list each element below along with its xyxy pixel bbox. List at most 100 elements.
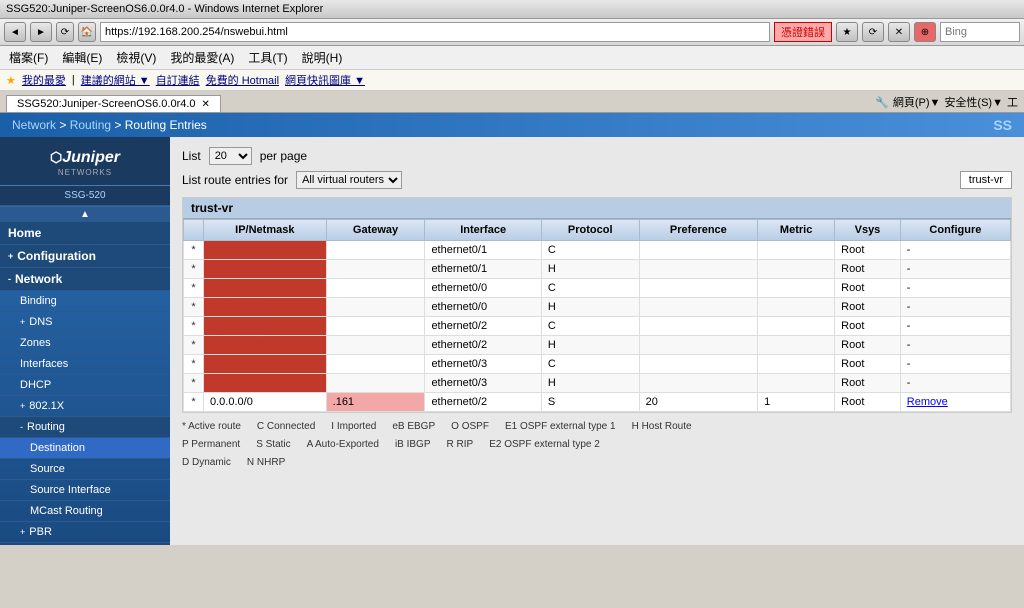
table-row: *170.160/27ethernet0/2CRoot- [184, 317, 1011, 336]
favorites-button[interactable]: ★ [836, 22, 858, 42]
security-btn[interactable]: 安全性(S)▼ [944, 94, 1003, 110]
fav-myfavorites[interactable]: 我的最愛 [22, 72, 66, 88]
tab-close-icon[interactable]: ✕ [202, 99, 210, 110]
sidebar: ⬡Juniper NETWORKS SSG-520 ▲ Home + Confi… [0, 137, 170, 545]
extra-btn[interactable]: 工 [1007, 94, 1018, 110]
route-filter-row: List route entries for All virtual route… [182, 171, 1012, 189]
expand-dns-icon: + [20, 317, 25, 327]
per-page-select[interactable]: 20 50 100 [209, 147, 252, 165]
breadcrumb-network[interactable]: Network [12, 118, 56, 132]
list-controls: List 20 50 100 per page [182, 147, 1012, 165]
fav-suggested[interactable]: 建議的網站 ▼ [81, 72, 150, 88]
sidebar-label-destination: Destination [30, 442, 85, 454]
row-gateway [326, 241, 425, 260]
row-protocol: H [541, 298, 639, 317]
sidebar-item-dhcp[interactable]: DHCP [0, 375, 170, 396]
address-bar[interactable] [100, 22, 770, 42]
row-interface: ethernet0/1 [425, 241, 541, 260]
row-interface: ethernet0/0 [425, 279, 541, 298]
menu-help[interactable]: 說明(H) [299, 48, 346, 67]
row-interface: ethernet0/0 [425, 298, 541, 317]
browser-title: SSG520:Juniper-ScreenOS6.0.0r4.0 - Windo… [6, 3, 323, 15]
table-row: *.64/27ethernet0/3CRoot- [184, 355, 1011, 374]
router-filter-select[interactable]: All virtual routers trust-vr untrust-vr [296, 171, 402, 189]
stop-button[interactable]: ✕ [888, 22, 910, 42]
legend: * Active route C Connected I Imported eB… [182, 419, 1012, 471]
trust-vr-button[interactable]: trust-vr [960, 171, 1012, 189]
fav-hotmail[interactable]: 免費的 Hotmail [206, 72, 279, 88]
legend-active-route: * Active route [182, 419, 241, 435]
page-btn[interactable]: 網頁(P)▼ [893, 94, 941, 110]
sidebar-item-source[interactable]: Source [0, 459, 170, 480]
menu-tools[interactable]: 工具(T) [245, 48, 290, 67]
col-protocol: Protocol [541, 220, 639, 241]
row-configure: - [900, 241, 1010, 260]
routing-table: IP/Netmask Gateway Interface Protocol Pr… [183, 219, 1011, 412]
menu-view[interactable]: 檢視(V) [113, 48, 159, 67]
forward-button[interactable]: ► [30, 22, 52, 42]
routing-table-container: trust-vr IP/Netmask Gateway Interface Pr… [182, 197, 1012, 413]
tab-main[interactable]: SSG520:Juniper-ScreenOS6.0.0r4.0 ✕ [6, 95, 221, 112]
sidebar-item-network[interactable]: - Network [0, 268, 170, 291]
sidebar-item-8021x[interactable]: + 802.1X [0, 396, 170, 417]
row-configure[interactable]: Remove [900, 393, 1010, 412]
sidebar-item-mcast-routing[interactable]: MCast Routing [0, 501, 170, 522]
favorites-bar: ★ 我的最愛 | 建議的網站 ▼ 自訂連結 免費的 Hotmail 網頁快訊圖庫… [0, 70, 1024, 91]
sidebar-item-virtual-routers[interactable]: Virtual Routers [0, 543, 170, 545]
breadcrumb-routing[interactable]: Routing [70, 118, 111, 132]
browser-toolbar: ◄ ► ⟳ 🏠 憑證錯誤 ★ ⟳ ✕ ⊕ [0, 19, 1024, 46]
table-row: *0.0.0.0/0.161ethernet0/2S201RootRemove [184, 393, 1011, 412]
row-star: * [184, 241, 204, 260]
sidebar-item-zones[interactable]: Zones [0, 333, 170, 354]
row-ip: 199.0/24 [204, 279, 327, 298]
sidebar-item-configuration[interactable]: + Configuration [0, 245, 170, 268]
back-button[interactable]: ◄ [4, 22, 26, 42]
col-metric: Metric [758, 220, 835, 241]
row-gateway: .161 [326, 393, 425, 412]
col-interface: Interface [425, 220, 541, 241]
sidebar-item-destination[interactable]: Destination [0, 438, 170, 459]
sidebar-item-home[interactable]: Home [0, 222, 170, 245]
sidebar-logo: ⬡Juniper NETWORKS [0, 137, 170, 186]
logo-text: ⬡Juniper [8, 145, 162, 168]
row-configure: - [900, 317, 1010, 336]
per-page-suffix: per page [260, 149, 307, 163]
row-vsys: Root [835, 298, 901, 317]
row-configure: - [900, 355, 1010, 374]
row-star: * [184, 336, 204, 355]
refresh-button[interactable]: ⟳ [56, 22, 74, 42]
row-metric [758, 241, 835, 260]
row-metric [758, 279, 835, 298]
row-ip: 199.254/32 [204, 298, 327, 317]
row-protocol: H [541, 260, 639, 279]
sidebar-item-routing[interactable]: - Routing [0, 417, 170, 438]
trust-vr-header: trust-vr [183, 198, 1011, 219]
sidebar-label-source-interface: Source Interface [30, 484, 111, 496]
row-vsys: Root [835, 317, 901, 336]
col-preference: Preference [639, 220, 758, 241]
menu-edit[interactable]: 編輯(E) [59, 48, 105, 67]
reload-button[interactable]: ⟳ [862, 22, 884, 42]
sidebar-item-binding[interactable]: Binding [0, 291, 170, 312]
menu-favorites[interactable]: 我的最愛(A) [167, 48, 237, 67]
col-ip-netmask: IP/Netmask [204, 220, 327, 241]
search-input[interactable] [940, 22, 1020, 42]
sidebar-item-interfaces[interactable]: Interfaces [0, 354, 170, 375]
new-page-button[interactable]: ⊕ [914, 22, 936, 42]
row-interface: ethernet0/2 [425, 336, 541, 355]
sidebar-scroll-up[interactable]: ▲ [0, 207, 170, 222]
row-vsys: Root [835, 260, 901, 279]
row-star: * [184, 279, 204, 298]
sidebar-item-pbr[interactable]: + PBR [0, 522, 170, 543]
row-preference [639, 374, 758, 393]
fav-custom[interactable]: 自訂連結 [156, 72, 200, 88]
fav-feeds[interactable]: 網頁快訊圖庫 ▼ [285, 72, 365, 88]
menu-file[interactable]: 檔案(F) [6, 48, 51, 67]
home-button[interactable]: 🏠 [78, 22, 96, 42]
row-configure: - [900, 279, 1010, 298]
row-ip: .66/32 [204, 374, 327, 393]
app-brand: SS [993, 117, 1012, 133]
sidebar-item-source-interface[interactable]: Source Interface [0, 480, 170, 501]
sidebar-item-dns[interactable]: + DNS [0, 312, 170, 333]
row-protocol: C [541, 279, 639, 298]
